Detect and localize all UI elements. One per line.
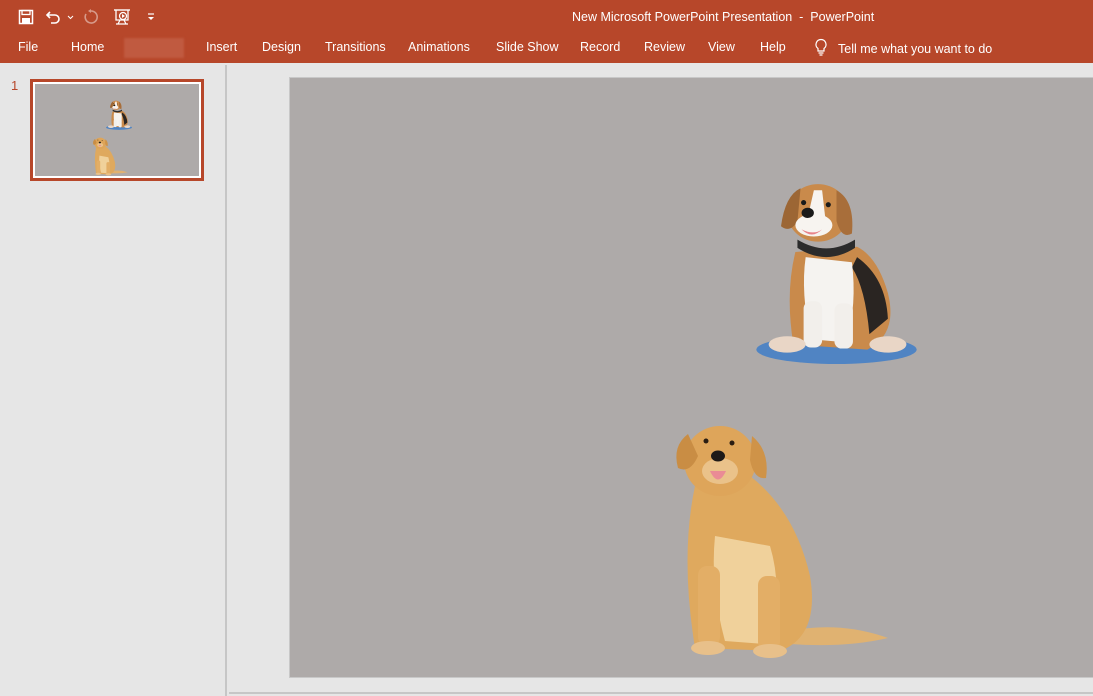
golden-retriever-picture[interactable] [670, 416, 890, 661]
ribbon-tab-bar: File Home Insert Design Transitions Anim… [0, 34, 1093, 63]
tell-me-label: Tell me what you want to do [838, 41, 993, 56]
tab-home[interactable]: Home [71, 40, 104, 54]
quick-access-toolbar [10, 0, 164, 34]
save-button[interactable] [10, 0, 42, 34]
tab-transitions[interactable]: Transitions [325, 40, 386, 54]
window-title: New Microsoft PowerPoint Presentation - … [572, 10, 875, 24]
undo-dropdown-icon [67, 15, 74, 20]
tell-me-search[interactable]: Tell me what you want to do [814, 38, 992, 59]
undo-dropdown-button[interactable] [64, 0, 76, 34]
tab-insert[interactable]: Insert [206, 40, 237, 54]
tab-view[interactable]: View [708, 40, 735, 54]
thumbnail-canvas [35, 84, 199, 176]
tab-slide-show[interactable]: Slide Show [496, 40, 559, 54]
slide-thumbnail-1[interactable] [30, 79, 204, 181]
thumbnail-golden-retriever [93, 137, 128, 176]
tab-design[interactable]: Design [262, 40, 301, 54]
tab-file[interactable]: File [18, 40, 38, 54]
tab-review[interactable]: Review [644, 40, 685, 54]
redo-icon [83, 9, 99, 25]
beagle-picture[interactable] [754, 180, 919, 365]
slide-canvas[interactable] [289, 77, 1093, 678]
thumbnail-beagle [106, 100, 132, 130]
present-from-beginning-icon [112, 8, 132, 26]
slide-number: 1 [11, 78, 19, 93]
customize-qat-button[interactable] [138, 0, 164, 34]
tab-help[interactable]: Help [760, 40, 786, 54]
tab-redacted[interactable] [124, 38, 184, 58]
canvas-bottom-border [229, 692, 1093, 694]
title-bar: New Microsoft PowerPoint Presentation - … [0, 0, 1093, 34]
tab-animations[interactable]: Animations [408, 40, 470, 54]
undo-button[interactable] [42, 0, 64, 34]
tab-record[interactable]: Record [580, 40, 620, 54]
redo-button[interactable] [76, 0, 106, 34]
customize-qat-icon [147, 13, 155, 21]
save-icon [18, 9, 34, 25]
lightbulb-icon [814, 38, 828, 59]
undo-icon [45, 9, 61, 25]
present-from-beginning-button[interactable] [106, 0, 138, 34]
